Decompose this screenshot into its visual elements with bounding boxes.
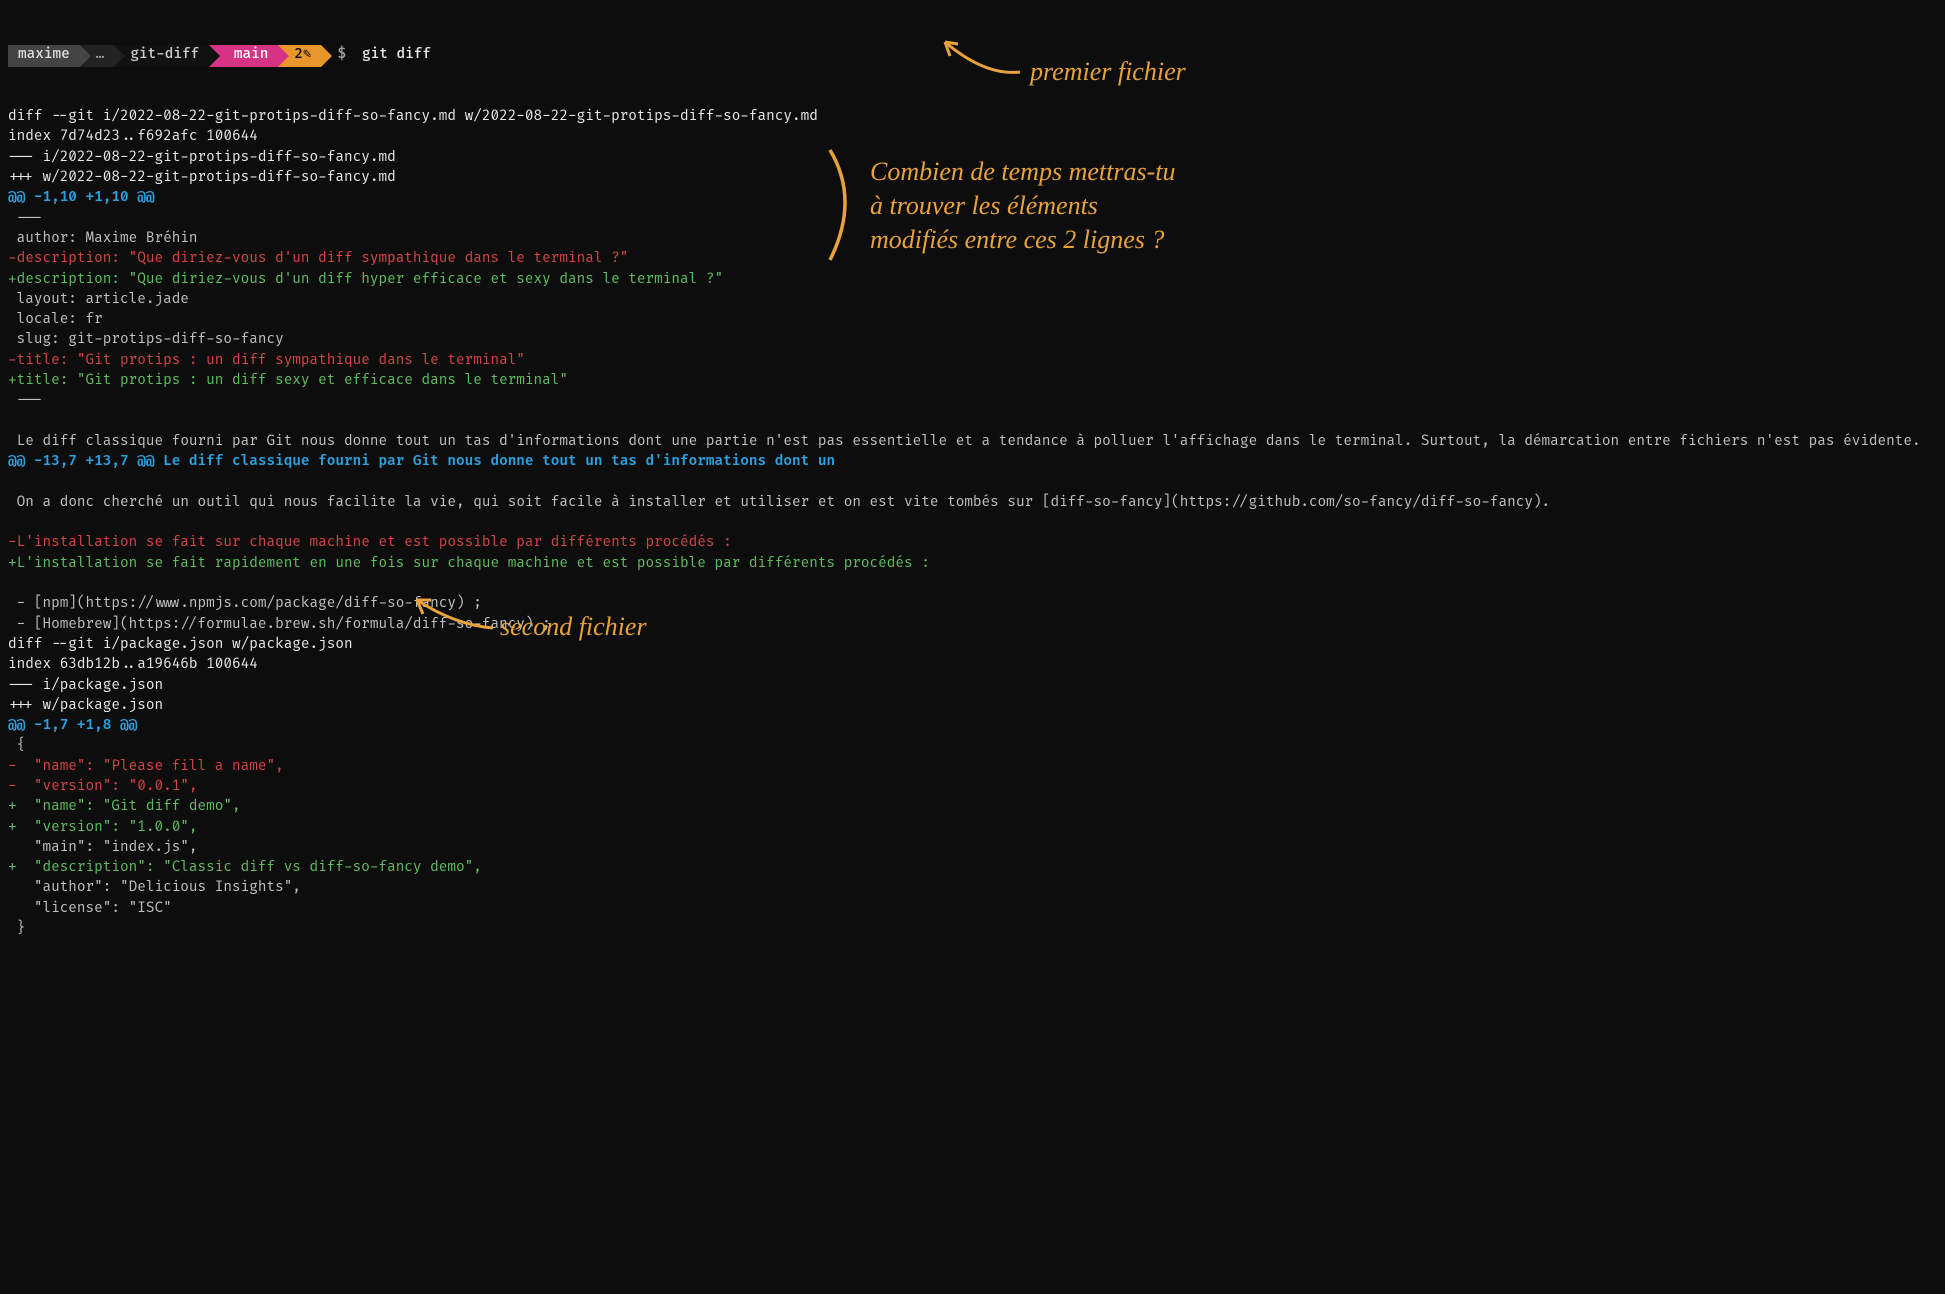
diff-line: layout: article.jade [8, 290, 1937, 310]
diff-line: index 63db12b..a19646b 100644 [8, 655, 1937, 675]
branch-icon [225, 45, 234, 65]
prompt-directory: git-diff [114, 45, 209, 67]
diff-line: - "version": "0.0.1", [8, 777, 1937, 797]
diff-line: diff --git i/package.json w/package.json [8, 635, 1937, 655]
diff-line: slug: git-protips-diff-so-fancy [8, 330, 1937, 350]
command-input[interactable]: git diff [356, 45, 431, 65]
diff-line: @@ -1,7 +1,8 @@ [8, 716, 1937, 736]
diff-line: - [npm](https://www.npmjs.com/package/di… [8, 594, 1937, 614]
diff-line: +title: "Git protips : un diff sexy et e… [8, 371, 1937, 391]
diff-line: locale: fr [8, 310, 1937, 330]
diff-line: +L'installation se fait rapidement en un… [8, 554, 1937, 574]
diff-line: +++ w/package.json [8, 696, 1937, 716]
diff-line: On a donc cherché un outil qui nous faci… [8, 493, 1937, 513]
diff-line [8, 574, 1937, 594]
diff-line: --- [8, 391, 1937, 411]
diff-line: } [8, 919, 1937, 939]
diff-line: @@ -13,7 +13,7 @@ Le diff classique four… [8, 452, 1937, 472]
diff-line [8, 513, 1937, 533]
diff-line: "license": "ISC" [8, 899, 1937, 919]
diff-line [8, 473, 1937, 493]
terminal-window[interactable]: maxime … git-diff main 2✎ $ git diff dif… [0, 0, 1945, 964]
diff-line: author: Maxime Bréhin [8, 229, 1937, 249]
diff-line: + "name": "Git diff demo", [8, 797, 1937, 817]
diff-line: diff --git i/2022-08-22-git-protips-diff… [8, 107, 1937, 127]
pencil-icon: ✎ [303, 45, 311, 65]
diff-line: - [Homebrew](https://formulae.brew.sh/fo… [8, 615, 1937, 635]
diff-line: -title: "Git protips : un diff sympathiq… [8, 351, 1937, 371]
diff-line: -description: "Que diriez-vous d'un diff… [8, 249, 1937, 269]
diff-line: --- i/package.json [8, 676, 1937, 696]
diff-line: +description: "Que diriez-vous d'un diff… [8, 270, 1937, 290]
diff-line: --- [8, 209, 1937, 229]
diff-line: + "description": "Classic diff vs diff-s… [8, 858, 1937, 878]
diff-output: diff --git i/2022-08-22-git-protips-diff… [8, 107, 1937, 939]
diff-line: Le diff classique fourni par Git nous do… [8, 432, 1937, 452]
prompt-line[interactable]: maxime … git-diff main 2✎ $ git diff [8, 45, 1937, 67]
diff-line: +++ w/2022-08-22-git-protips-diff-so-fan… [8, 168, 1937, 188]
diff-line: index 7d74d23..f692afc 100644 [8, 127, 1937, 147]
diff-line: --- i/2022-08-22-git-protips-diff-so-fan… [8, 148, 1937, 168]
prompt-user: maxime [8, 45, 80, 67]
diff-line: { [8, 736, 1937, 756]
diff-line: "author": "Delicious Insights", [8, 878, 1937, 898]
diff-line: @@ -1,10 +1,10 @@ [8, 188, 1937, 208]
diff-line [8, 412, 1937, 432]
diff-line: - "name": "Please fill a name", [8, 757, 1937, 777]
diff-line: "main": "index.js", [8, 838, 1937, 858]
diff-line: + "version": "1.0.0", [8, 818, 1937, 838]
diff-line: -L'installation se fait sur chaque machi… [8, 533, 1937, 553]
